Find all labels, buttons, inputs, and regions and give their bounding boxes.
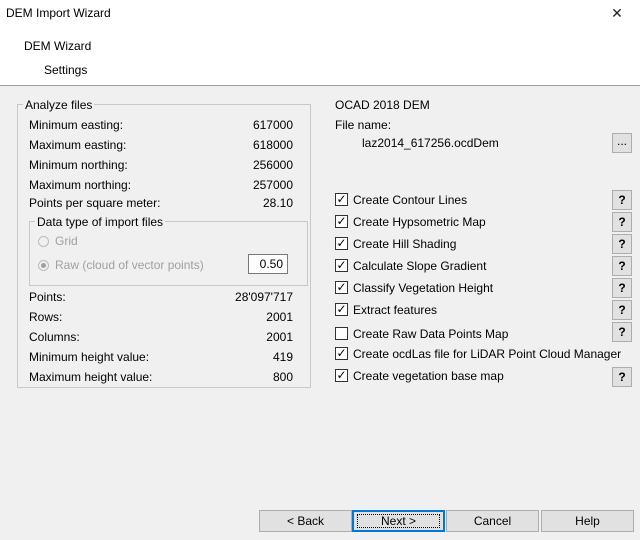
stat-label: Maximum northing: (29, 178, 132, 192)
help-button[interactable]: Help (541, 510, 634, 532)
stat-label: Points: (29, 290, 66, 304)
stat-value: 2001 (266, 310, 293, 324)
help-raw-data-points-button[interactable]: ? (612, 322, 632, 342)
checkbox[interactable] (335, 327, 348, 340)
grid-radio-label: Grid (55, 234, 78, 248)
radio-selected-dot (41, 263, 46, 268)
browse-button[interactable]: ... (612, 133, 632, 153)
next-button[interactable]: Next > (352, 510, 445, 532)
checkbox[interactable]: ✓ (335, 192, 348, 206)
wizard-step: Settings (44, 63, 88, 77)
checkbox[interactable]: ✓ (335, 258, 348, 272)
stat-value: 28'097'717 (235, 290, 293, 304)
checkbox[interactable]: ✓ (335, 302, 348, 316)
product-name: OCAD 2018 DEM (335, 98, 430, 112)
checkbox[interactable]: ✓ (335, 368, 348, 382)
back-button[interactable]: < Back (259, 510, 352, 532)
help-vegetation-height-button[interactable]: ? (612, 278, 632, 298)
option-label: Create vegetation base map (353, 369, 504, 383)
stat-row-min-height: Minimum height value: 419 (29, 349, 293, 365)
raw-spacing-input[interactable]: 0.50 (248, 254, 288, 274)
stat-label: Maximum height value: (29, 370, 153, 384)
option-label: Create Hypsometric Map (353, 215, 486, 229)
help-hill-shading-button[interactable]: ? (612, 234, 632, 254)
stat-value: 800 (272, 370, 293, 384)
stat-label: Rows: (29, 310, 63, 324)
help-slope-gradient-button[interactable]: ? (612, 256, 632, 276)
checkbox[interactable]: ✓ (335, 236, 348, 250)
checkbox[interactable]: ✓ (335, 214, 348, 228)
check-icon: ✓ (336, 236, 347, 250)
stat-row-points: Points: 28'097'717 (29, 289, 293, 305)
cancel-button[interactable]: Cancel (446, 510, 539, 532)
filename-value: laz2014_617256.ocdDem (362, 136, 499, 150)
stat-value: 28.10 (262, 196, 293, 210)
stat-row-min-northing: Minimum northing: 256000 (29, 157, 293, 173)
stat-label: Points per square meter: (29, 196, 161, 210)
title-bar: DEM Import Wizard ✕ (0, 0, 640, 28)
check-icon: ✓ (336, 258, 347, 272)
help-contour-lines-button[interactable]: ? (612, 190, 632, 210)
option-label: Create ocdLas file for LiDAR Point Cloud… (353, 347, 622, 361)
stat-value: 2001 (266, 330, 293, 344)
data-type-title: Data type of import files (35, 215, 166, 229)
stat-label: Maximum easting: (29, 138, 127, 152)
stat-label: Minimum northing: (29, 158, 128, 172)
option-label: Create Raw Data Points Map (353, 327, 509, 341)
option-label: Calculate Slope Gradient (353, 259, 487, 273)
filename-label: File name: (335, 118, 392, 132)
raw-radio[interactable] (38, 260, 49, 271)
wizard-title: DEM Wizard (24, 39, 92, 53)
check-icon: ✓ (336, 214, 347, 228)
stat-row-min-easting: Minimum easting: 617000 (29, 117, 293, 133)
close-icon[interactable]: ✕ (594, 0, 640, 28)
stat-value: 257000 (252, 178, 293, 192)
check-icon: ✓ (336, 302, 347, 316)
grid-radio[interactable] (38, 236, 49, 247)
raw-radio-label: Raw (cloud of vector points) (55, 258, 204, 272)
check-icon: ✓ (336, 346, 347, 360)
stat-row-rows: Rows: 2001 (29, 309, 293, 325)
check-icon: ✓ (336, 368, 347, 382)
stat-row-columns: Columns: 2001 (29, 329, 293, 345)
option-label: Classify Vegetation Height (353, 281, 494, 295)
stat-value: 618000 (252, 138, 293, 152)
checkbox[interactable]: ✓ (335, 346, 348, 360)
stat-row-max-easting: Maximum easting: 618000 (29, 137, 293, 153)
stat-row-max-northing: Maximum northing: 257000 (29, 177, 293, 193)
help-extract-features-button[interactable]: ? (612, 300, 632, 320)
wizard-header: DEM Wizard Settings (0, 28, 640, 86)
stat-row-max-height: Maximum height value: 800 (29, 369, 293, 385)
analyze-files-title: Analyze files (23, 98, 95, 112)
check-icon: ✓ (336, 192, 347, 206)
option-label: Create Contour Lines (353, 193, 468, 207)
focus-rectangle (357, 514, 440, 528)
window-title: DEM Import Wizard (6, 6, 111, 20)
stat-label: Columns: (29, 330, 80, 344)
help-hypsometric-map-button[interactable]: ? (612, 212, 632, 232)
stat-label: Minimum easting: (29, 118, 124, 132)
check-icon: ✓ (336, 280, 347, 294)
option-label: Extract features (353, 303, 438, 317)
help-vegetation-base-map-button[interactable]: ? (612, 367, 632, 387)
stat-value: 256000 (252, 158, 293, 172)
checkbox[interactable]: ✓ (335, 280, 348, 294)
stat-label: Minimum height value: (29, 350, 150, 364)
option-label: Create Hill Shading (353, 237, 457, 251)
stat-value: 419 (272, 350, 293, 364)
stat-value: 617000 (252, 118, 293, 132)
stat-row-points-per-sqm: Points per square meter: 28.10 (29, 195, 293, 211)
